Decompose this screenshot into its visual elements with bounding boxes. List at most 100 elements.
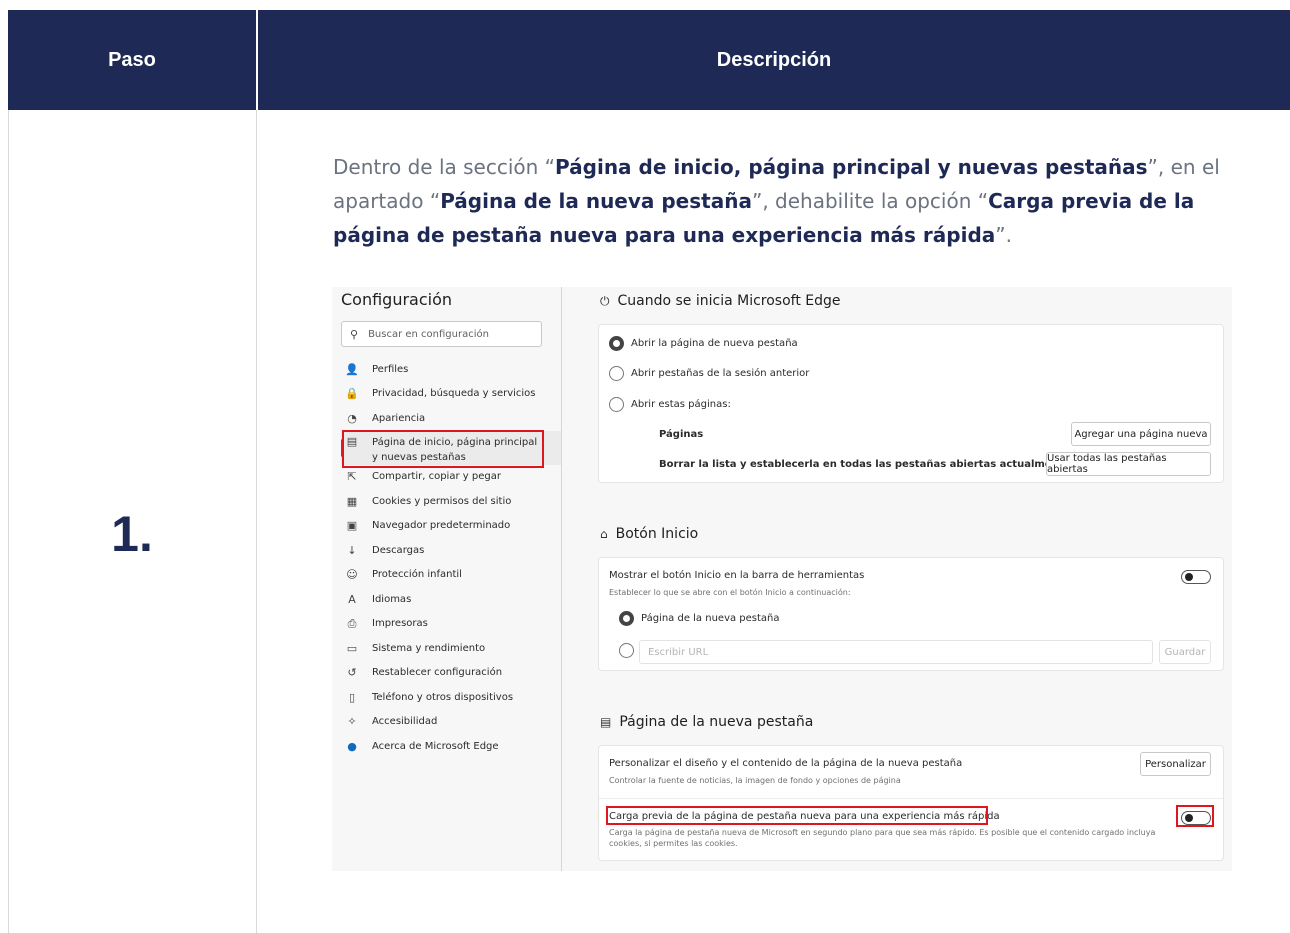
preload-sub-label-2: cookies, si permites las cookies. [609, 839, 738, 848]
sidebar-item-label: Impresoras [372, 618, 428, 630]
search-placeholder: Buscar en configuración [368, 328, 489, 340]
sidebar-item-label: Privacidad, búsqueda y servicios [372, 388, 536, 400]
sidebar-item-label: Descargas [372, 544, 425, 556]
sidebar-item-label: Perfiles [372, 363, 409, 375]
customize-sub-label: Controlar la fuente de noticias, la imag… [609, 776, 901, 785]
search-input[interactable]: ⚲ Buscar en configuración [341, 321, 542, 347]
sidebar-item[interactable]: ⎙ Impresoras [341, 612, 561, 637]
sidebar-item-label: Compartir, copiar y pegar [372, 471, 501, 483]
customize-button[interactable]: Personalizar [1140, 752, 1211, 776]
header-paso: Paso [108, 48, 156, 71]
sidebar-item[interactable]: ▭ Sistema y rendimiento [341, 636, 561, 661]
sidebar-title: Configuración [341, 290, 453, 309]
option-label: Abrir pestañas de la sesión anterior [631, 368, 810, 379]
sidebar-divider [561, 287, 562, 871]
startup-section-title: ⏻ Cuando se inicia Microsoft Edge [600, 293, 841, 309]
printer-icon: ⎙ [347, 616, 357, 630]
sidebar-item-label: Apariencia [372, 412, 426, 424]
new-tab-section-title: ▤ Página de la nueva pestaña [600, 714, 813, 730]
clear-list-label: Borrar la lista y establecerla en todas … [659, 459, 1071, 470]
option-label: Abrir la página de nueva pestaña [631, 338, 798, 349]
sidebar-item[interactable]: 🔒 Privacidad, búsqueda y servicios [341, 382, 561, 407]
home-button-toggle[interactable] [1181, 570, 1211, 584]
radio-unselected[interactable] [619, 643, 634, 658]
sidebar-item-label: Idiomas [372, 593, 412, 605]
sidebar-item[interactable]: ▯ Teléfono y otros dispositivos [341, 685, 561, 710]
sidebar-item-label: Sistema y rendimiento [372, 642, 486, 654]
startup-option-new-tab[interactable]: Abrir la página de nueva pestaña [609, 336, 798, 351]
use-all-tabs-button[interactable]: Usar todas las pestañas abiertas [1046, 452, 1211, 476]
home-option-new-tab[interactable]: Página de la nueva pestaña [619, 611, 780, 626]
pages-label: Páginas [659, 429, 704, 440]
family-icon: ☺ [346, 568, 358, 582]
sidebar-item[interactable]: ↺ Restablecer configuración [341, 661, 561, 686]
settings-main: ⏻ Cuando se inicia Microsoft Edge Abrir … [592, 287, 1232, 871]
radio-selected[interactable] [609, 336, 624, 351]
save-url-button[interactable]: Guardar [1159, 640, 1211, 664]
home-icon: ⌂ [600, 527, 608, 541]
lock-icon: 🔒 [345, 387, 359, 401]
sidebar-item-label: Accesibilidad [372, 716, 438, 728]
browser-icon: ▣ [346, 519, 358, 533]
sidebar-item[interactable]: ◔ Apariencia [341, 406, 561, 431]
new-tab-card: Personalizar el diseño y el contenido de… [598, 745, 1224, 861]
sidebar-item-label: Cookies y permisos del sitio [372, 495, 512, 507]
sidebar-item-label: Acerca de Microsoft Edge [372, 740, 499, 752]
instruction-bold-subsection: Página de la nueva pestaña [440, 189, 752, 213]
preload-sub-label-1: Carga la página de pestaña nueva de Micr… [609, 828, 1156, 837]
sidebar-item-label: Teléfono y otros dispositivos [372, 691, 514, 703]
search-icon: ⚲ [350, 327, 359, 341]
accessibility-icon: ✧ [347, 715, 357, 729]
share-icon: ⇱ [347, 470, 357, 484]
sidebar-item[interactable]: 👤 Perfiles [341, 357, 561, 382]
edge-settings-screenshot: Configuración ⚲ Buscar en configuración … [332, 287, 1232, 871]
phone-icon: ▯ [348, 690, 356, 704]
card-divider [599, 798, 1223, 799]
sidebar-item-label: Protección infantil [372, 569, 462, 581]
sidebar-item[interactable]: ▣ Navegador predeterminado [341, 514, 561, 539]
table-header: Paso Descripción [8, 10, 1290, 110]
radio-unselected[interactable] [609, 397, 624, 412]
step-number: 1. [111, 506, 153, 562]
sidebar-list: 👤 Perfiles 🔒 Privacidad, búsqueda y servici… [341, 357, 561, 759]
instruction-part: Dentro de la sección “ [333, 155, 556, 179]
palette-icon: ◔ [347, 411, 357, 425]
cookies-icon: ▦ [346, 494, 358, 508]
add-page-button[interactable]: Agregar una página nueva [1071, 422, 1211, 446]
customize-label: Personalizar el diseño y el contenido de… [609, 758, 963, 769]
option-label: Página de la nueva pestaña [641, 613, 780, 624]
radio-selected[interactable] [619, 611, 634, 626]
instruction-part: ”. [995, 223, 1012, 247]
settings-sidebar: Configuración ⚲ Buscar en configuración … [332, 287, 561, 871]
show-home-label: Mostrar el botón Inicio en la barra de h… [609, 570, 865, 581]
startup-card: Abrir la página de nueva pestaña Abrir p… [598, 324, 1224, 483]
preload-toggle-highlight [1176, 805, 1214, 827]
url-input[interactable]: Escribir URL [639, 640, 1153, 664]
new-tab-title-text: Página de la nueva pestaña [619, 714, 814, 730]
profile-icon: 👤 [345, 362, 359, 376]
sidebar-item[interactable]: A Idiomas [341, 587, 561, 612]
sidebar-item[interactable]: ⇱ Compartir, copiar y pegar [341, 465, 561, 490]
sidebar-item[interactable]: ☺ Protección infantil [341, 563, 561, 588]
home-section-title: ⌂ Botón Inicio [600, 526, 698, 542]
instruction-text: Dentro de la sección “Página de inicio, … [333, 150, 1223, 252]
sidebar-item[interactable]: ▦ Cookies y permisos del sitio [341, 489, 561, 514]
instruction-part: ”, dehabilite la opción “ [751, 189, 989, 213]
download-icon: ↓ [347, 543, 357, 557]
home-title-text: Botón Inicio [615, 526, 699, 542]
home-card: Mostrar el botón Inicio en la barra de h… [598, 557, 1224, 671]
toggle-knob [1185, 573, 1193, 581]
sidebar-item[interactable]: ● Acerca de Microsoft Edge [341, 734, 561, 759]
sidebar-highlight-box [342, 430, 544, 468]
header-descripcion: Descripción [716, 48, 832, 71]
startup-option-pages[interactable]: Abrir estas páginas: [609, 397, 731, 412]
power-icon: ⏻ [600, 293, 610, 308]
sidebar-item-label: Restablecer configuración [372, 667, 503, 679]
sidebar-item[interactable]: ✧ Accesibilidad [341, 710, 561, 735]
tab-page-icon: ▤ [600, 715, 612, 729]
startup-option-previous[interactable]: Abrir pestañas de la sesión anterior [609, 366, 809, 381]
home-option-url[interactable] [619, 643, 641, 658]
sidebar-item[interactable]: ↓ Descargas [341, 538, 561, 563]
table-border-mid [256, 110, 257, 933]
radio-unselected[interactable] [609, 366, 624, 381]
